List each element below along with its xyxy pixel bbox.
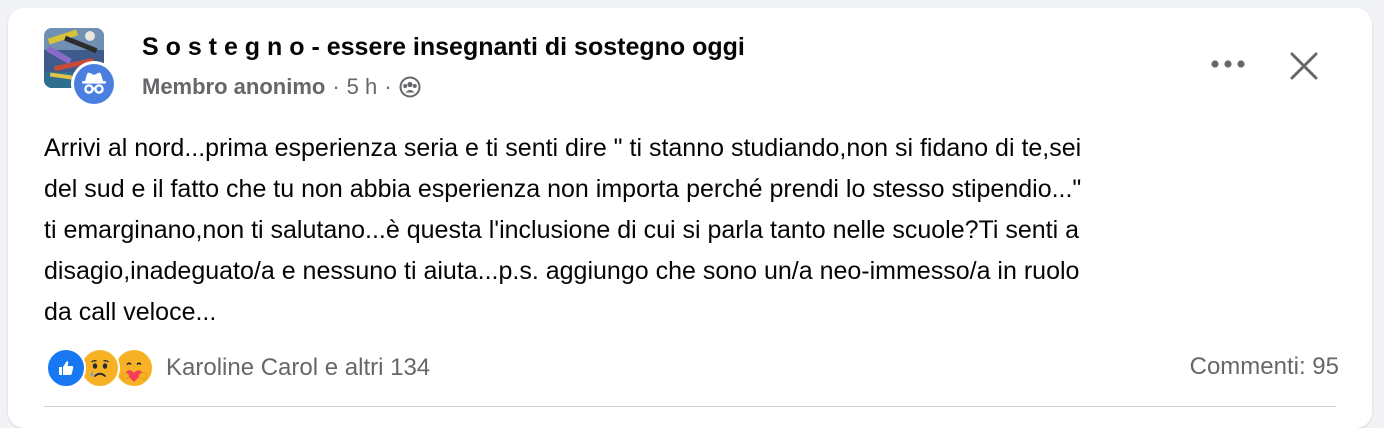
footer-divider [44,406,1336,407]
close-button[interactable] [1282,44,1326,88]
reactions-count-label[interactable]: Karoline Carol e altri 134 [166,354,430,382]
post-meta: Membro anonimo · 5 h · [142,74,421,100]
meta-separator: · [332,74,340,99]
post-time[interactable]: 5 h [347,74,378,100]
comments-count-link[interactable]: Commenti: 95 [1190,353,1339,381]
anonymous-badge [71,61,117,107]
sad-icon [80,348,120,388]
reactions-summary[interactable]: Karoline Carol e altri 134 [46,348,430,388]
like-icon [46,348,86,388]
post-text: Arrivi al nord...prima esperienza seria … [44,134,1082,326]
more-options-icon [1211,60,1245,68]
group-audience-icon[interactable] [399,76,421,98]
group-name-link[interactable]: S o s t e g n o - essere insegnanti di s… [142,33,745,62]
care-icon [114,348,154,388]
more-options-button[interactable] [1206,46,1250,82]
post-card: S o s t e g n o - essere insegnanti di s… [8,8,1372,428]
author-name[interactable]: Membro anonimo [142,74,325,100]
anonymous-member-icon [74,64,114,104]
close-icon [1290,52,1318,80]
post-avatar[interactable] [44,28,117,107]
meta-separator: · [384,74,392,99]
reaction-icons [46,348,154,388]
